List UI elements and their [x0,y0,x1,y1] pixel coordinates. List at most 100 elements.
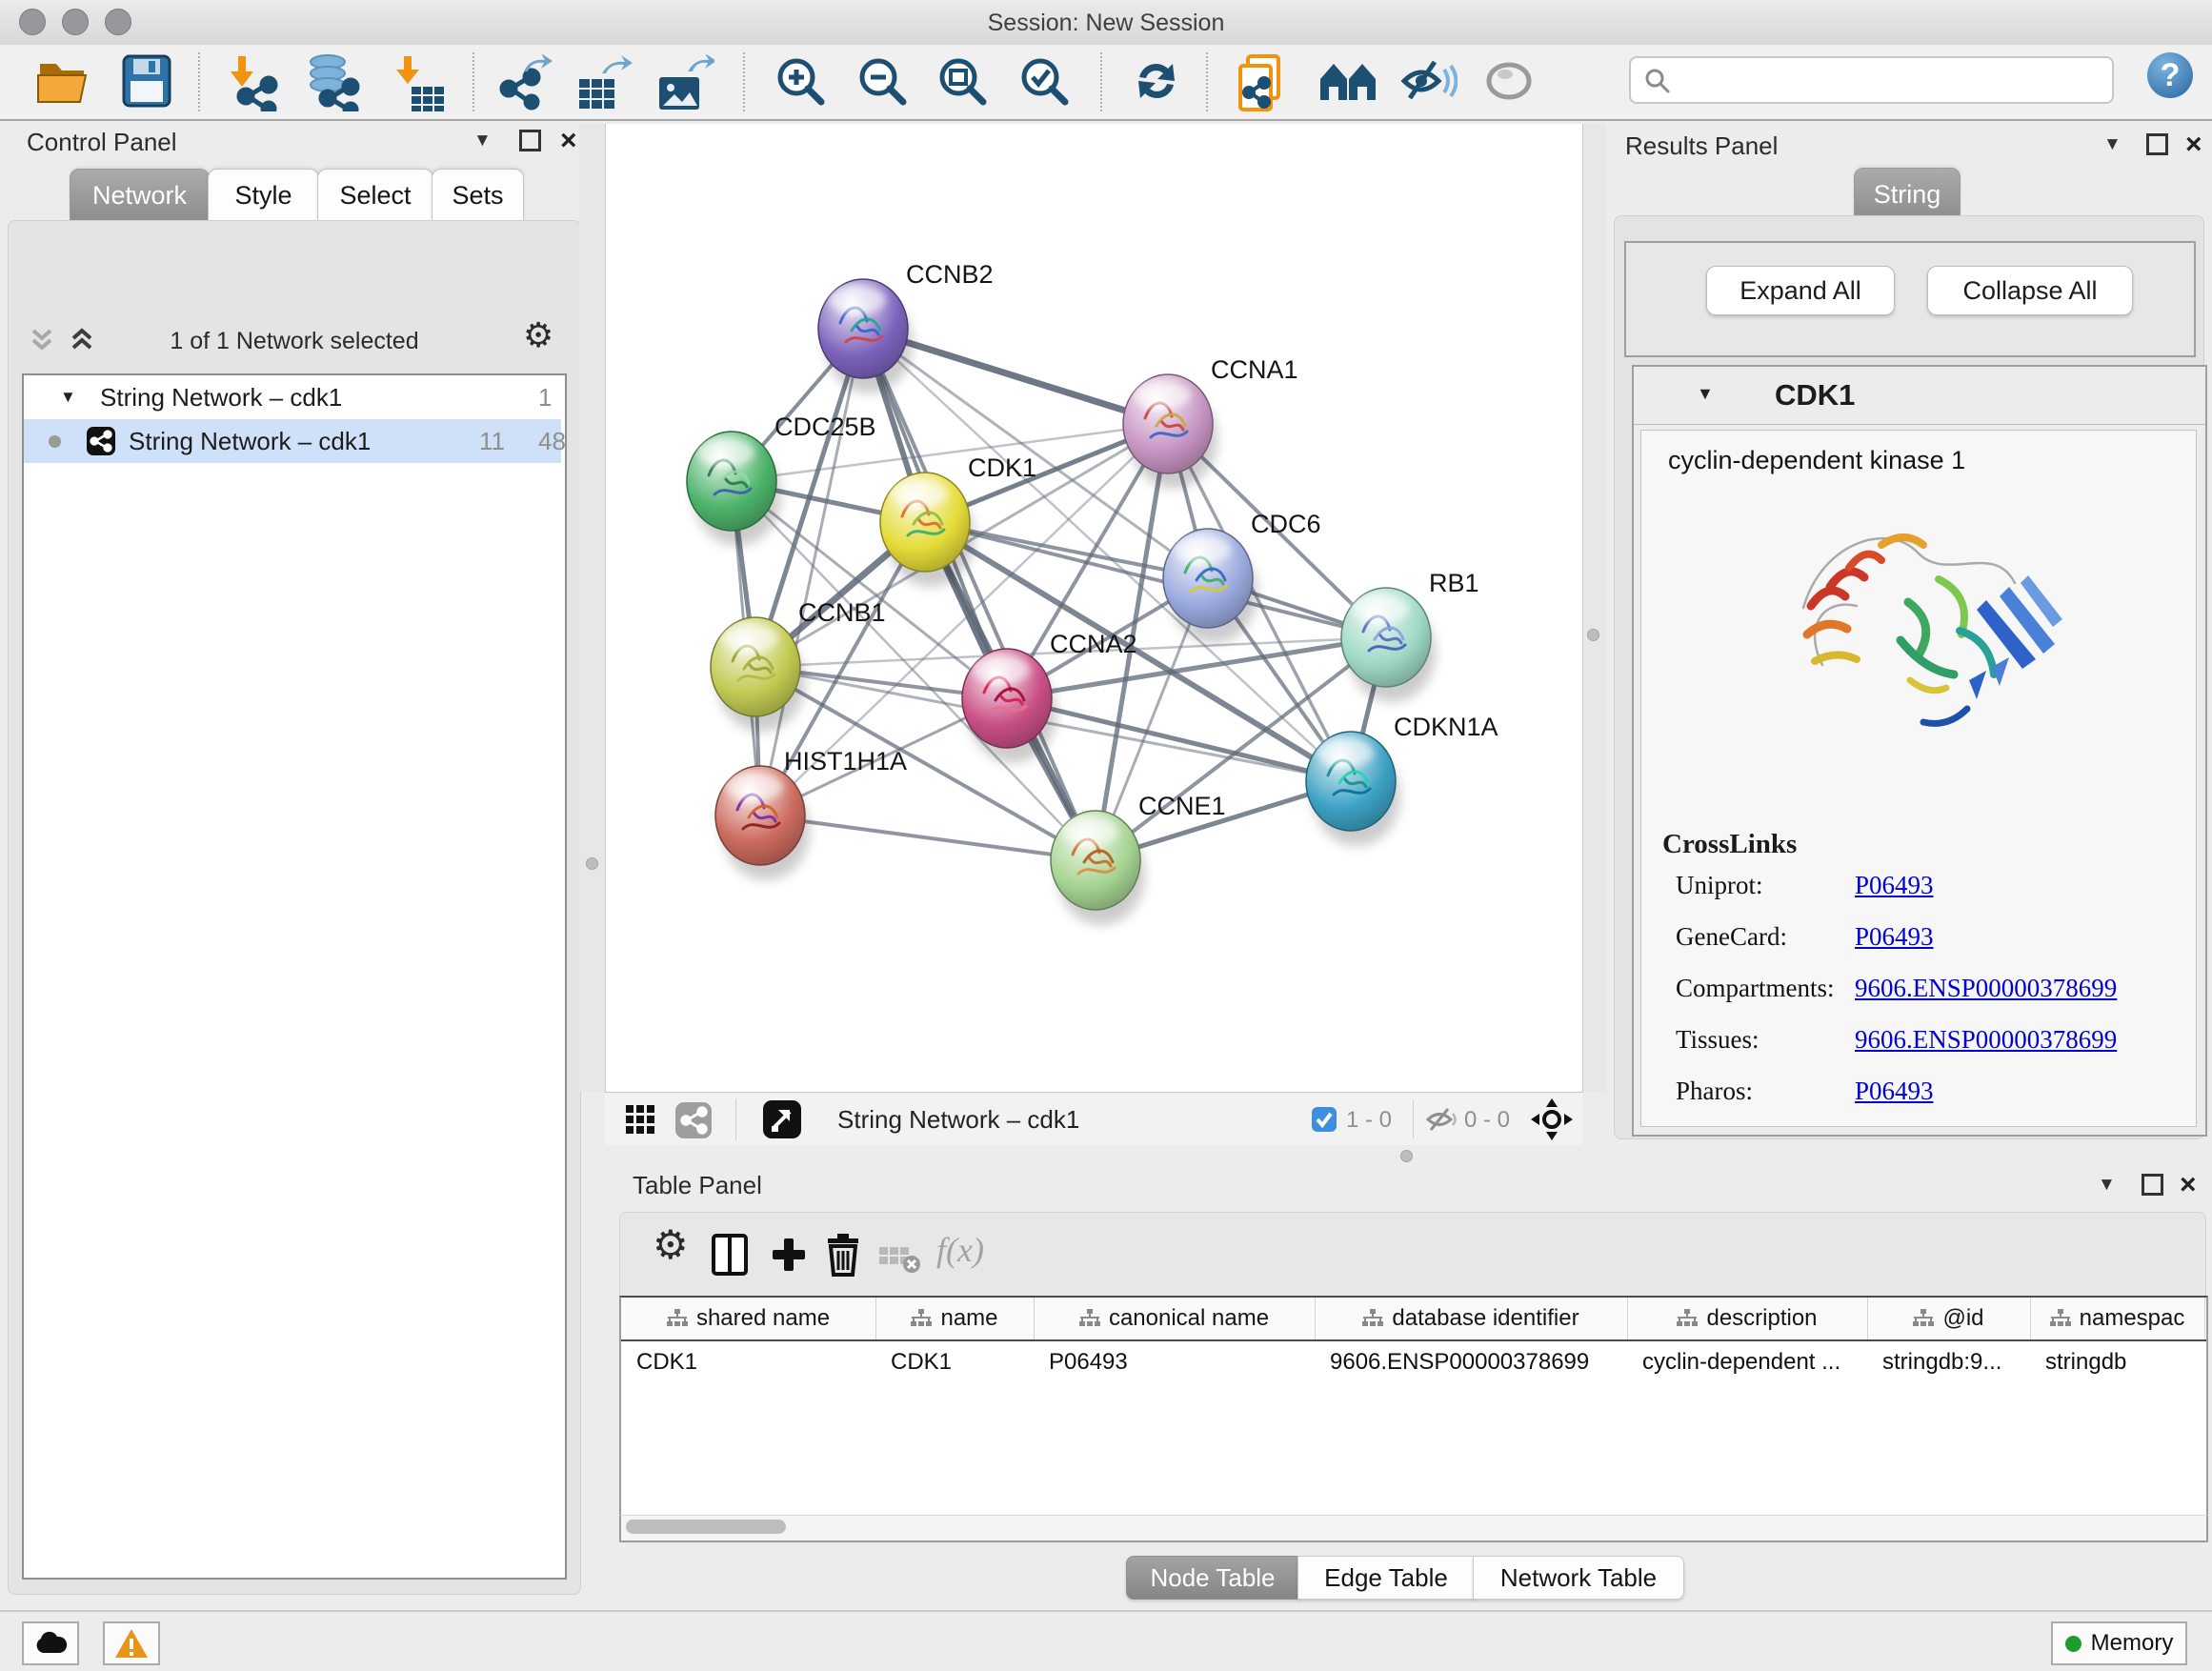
add-column-icon[interactable] [771,1232,807,1278]
column-header-description[interactable]: description [1627,1298,1868,1339]
import-network-database-icon[interactable] [303,54,360,110]
open-session-icon[interactable] [36,54,93,110]
save-session-icon[interactable] [122,54,179,110]
cell-description[interactable]: cyclin-dependent ... [1627,1341,1867,1383]
column-header-name[interactable]: name [875,1298,1035,1339]
help-icon[interactable]: ? [2145,50,2202,106]
export-image-icon[interactable] [655,54,713,110]
expand-all-button[interactable]: Expand All [1706,266,1895,315]
column-header--id[interactable]: @id [1867,1298,2031,1339]
column-header-database-identifier[interactable]: database identifier [1315,1298,1628,1339]
column-header-shared-name[interactable]: shared name [621,1298,876,1339]
crosslink-link[interactable]: 9606.ENSP00000378699 [1855,974,2117,1003]
node-label-CCNA1: CCNA1 [1211,355,1298,384]
export-table-icon[interactable] [573,54,631,110]
crosslink-link[interactable]: P06493 [1855,1077,1934,1106]
grid-view-icon[interactable] [626,1105,656,1136]
splitter-handle-icon[interactable] [1587,629,1599,641]
warning-status-button[interactable] [103,1621,160,1665]
navigator-crosshair-icon[interactable] [1531,1098,1573,1140]
tab-select[interactable]: Select [317,169,433,222]
table-row[interactable]: CDK1CDK1P064939606.ENSP00000378699cyclin… [621,1341,2206,1383]
zoom-selected-icon[interactable] [1017,54,1075,110]
cell-canonical-name[interactable]: P06493 [1034,1341,1315,1383]
panel-float-icon[interactable] [2146,133,2168,155]
left-splitter[interactable] [579,124,605,1092]
toolbar-separator [743,52,745,111]
node-CDC6[interactable]: CDC6 [1163,510,1321,643]
import-network-file-icon[interactable] [225,54,282,110]
table-settings-gear-icon[interactable]: ⚙ [653,1228,689,1274]
hide-selected-icon[interactable] [1400,54,1458,110]
search-input[interactable] [1680,62,2103,96]
cell--id[interactable]: stringdb:9... [1867,1341,2030,1383]
crosslink-link[interactable]: P06493 [1855,871,1934,900]
crosslink-link[interactable]: P06493 [1855,922,1934,952]
selected-checkbox-icon[interactable] [1312,1107,1337,1132]
column-header-namespac[interactable]: namespac [2030,1298,2205,1339]
panel-close-icon[interactable]: × [560,131,577,151]
cell-shared-name[interactable]: CDK1 [621,1341,875,1383]
panel-menu-caret-icon[interactable]: ▼ [2098,1175,2116,1196]
node-RB1[interactable]: RB1 [1341,569,1479,702]
tab-node-table[interactable]: Node Table [1126,1556,1299,1600]
node-HIST1H1A[interactable]: HIST1H1A [715,747,907,880]
cell-name[interactable]: CDK1 [875,1341,1034,1383]
node-CCNA1[interactable]: CCNA1 [1123,355,1298,489]
network-view-canvas[interactable]: CCNB2CCNA1CDC25BCDK1CDC6RB1CCNB1CCNA2CDK… [605,124,1583,1092]
panel-close-icon[interactable]: × [2185,135,2202,154]
collection-expand-caret-icon[interactable]: ▼ [60,375,76,419]
tab-edge-table[interactable]: Edge Table [1297,1556,1475,1600]
first-neighbors-icon[interactable] [1318,54,1376,110]
panel-close-icon[interactable]: × [2180,1176,2197,1195]
column-label: description [1706,1305,1817,1332]
splitter-handle-icon[interactable] [586,857,598,870]
network-options-gear-icon[interactable]: ⚙ [523,318,553,352]
hidden-eye-icon[interactable] [1426,1106,1457,1133]
cloud-status-button[interactable] [22,1621,79,1665]
node-CDC25B[interactable]: CDC25B [687,413,876,546]
cell-namespac[interactable]: stringdb [2030,1341,2204,1383]
tab-network[interactable]: Network [70,169,210,222]
node-CDK1[interactable]: CDK1 [880,453,1036,587]
node-CCNB2[interactable]: CCNB2 [818,260,994,393]
network-row-selected[interactable]: String Network – cdk1 11 48 [24,419,561,463]
tab-style[interactable]: Style [208,169,319,222]
zoom-in-icon[interactable] [774,54,831,110]
column-visibility-icon[interactable] [712,1232,748,1278]
network-share-toggle-icon[interactable] [675,1102,712,1138]
right-splitter[interactable] [1581,124,1606,1092]
column-header-canonical-name[interactable]: canonical name [1034,1298,1316,1339]
tab-network-table[interactable]: Network Table [1473,1556,1684,1600]
export-network-icon[interactable] [495,54,553,110]
zoom-out-icon[interactable] [855,54,913,110]
scrollbar-thumb[interactable] [626,1520,786,1534]
node-CDKN1A[interactable]: CDKN1A [1306,713,1498,846]
show-all-icon[interactable] [1482,54,1539,110]
table-horizontal-scrollbar[interactable] [619,1515,2208,1542]
edge-CCNE1-HIST1H1A[interactable] [760,815,1096,860]
cell-database-identifier[interactable]: 9606.ENSP00000378699 [1315,1341,1627,1383]
birds-eye-view-icon[interactable] [763,1100,801,1138]
panel-menu-caret-icon[interactable]: ▼ [473,131,492,151]
section-collapse-caret-icon[interactable]: ▼ [1697,384,1714,404]
zoom-fit-icon[interactable] [935,54,993,110]
edge-CCNB2-CCNE1[interactable] [863,329,1096,860]
panel-menu-caret-icon[interactable]: ▼ [2103,134,2122,155]
import-table-file-icon[interactable] [392,54,450,110]
collapse-all-button[interactable]: Collapse All [1927,266,2133,315]
panel-float-icon[interactable] [2142,1174,2163,1196]
network-collection-row[interactable]: ▼ String Network – cdk1 1 [24,375,561,419]
tab-sets[interactable]: Sets [432,169,524,222]
network-from-selection-icon[interactable] [1235,54,1292,110]
tab-string[interactable]: String [1854,168,1961,221]
memory-button[interactable]: Memory [2051,1621,2187,1665]
panel-float-icon[interactable] [519,130,541,151]
delete-column-trash-icon[interactable] [826,1232,860,1278]
crosslink-link[interactable]: 9606.ENSP00000378699 [1855,1025,2117,1055]
gene-section-header[interactable]: ▼ CDK1 [1634,367,2205,425]
network-selected-status: 1 of 1 Network selected [9,328,580,355]
refresh-icon[interactable] [1130,54,1187,110]
node-CCNE1[interactable]: CCNE1 [1051,792,1226,925]
node-CCNB1[interactable]: CCNB1 [711,598,886,732]
